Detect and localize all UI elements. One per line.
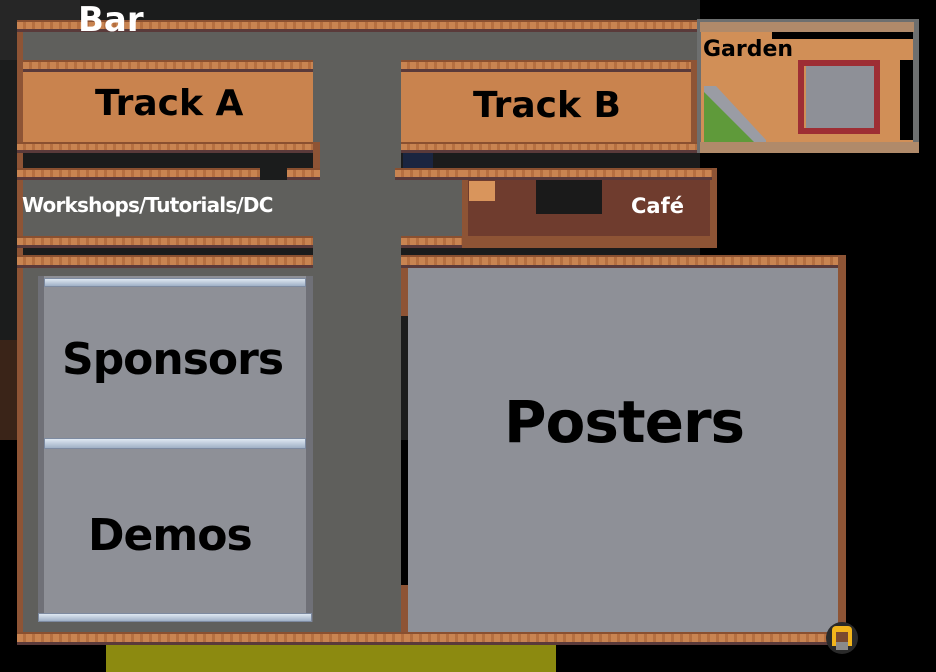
background-tiles	[403, 153, 433, 168]
outer-wall-bottom	[17, 632, 846, 645]
label-posters: Posters	[504, 388, 745, 456]
wall	[17, 142, 315, 153]
label-demos: Demos	[88, 510, 253, 561]
glass-divider	[44, 438, 306, 449]
label-workshops: Workshops/Tutorials/DC	[22, 193, 273, 217]
garden-wall	[900, 60, 913, 140]
wall	[401, 268, 408, 316]
wall	[401, 585, 408, 635]
label-garden: Garden	[703, 37, 794, 62]
glass-divider	[38, 613, 312, 622]
label-track-b: Track B	[473, 85, 621, 126]
exit-zone[interactable]	[106, 645, 556, 672]
cafe-counter	[469, 181, 495, 201]
wall	[462, 168, 712, 180]
grass-patch-icon	[704, 86, 766, 142]
wall	[17, 168, 260, 180]
label-bar: Bar	[78, 0, 144, 40]
wall	[401, 255, 841, 268]
player-avatar-icon[interactable]	[826, 622, 858, 654]
wall	[23, 60, 313, 72]
garden-wall	[700, 142, 919, 153]
wall	[838, 255, 846, 645]
garden-stage[interactable]	[806, 66, 874, 128]
wall	[287, 168, 320, 180]
wall	[395, 168, 465, 180]
wall	[17, 236, 313, 248]
garden-wall	[700, 22, 914, 32]
wall	[401, 60, 691, 72]
glass-divider	[44, 278, 306, 287]
wall	[17, 255, 313, 268]
background-tiles	[536, 180, 602, 214]
label-track-a: Track A	[95, 83, 244, 124]
wall	[306, 276, 313, 622]
garden-wall	[772, 32, 913, 39]
side-corridor	[320, 180, 462, 236]
background-tiles	[0, 340, 17, 440]
label-cafe: Café	[631, 194, 684, 218]
label-sponsors: Sponsors	[62, 334, 284, 385]
wall	[401, 142, 698, 153]
main-corridor	[313, 32, 401, 632]
